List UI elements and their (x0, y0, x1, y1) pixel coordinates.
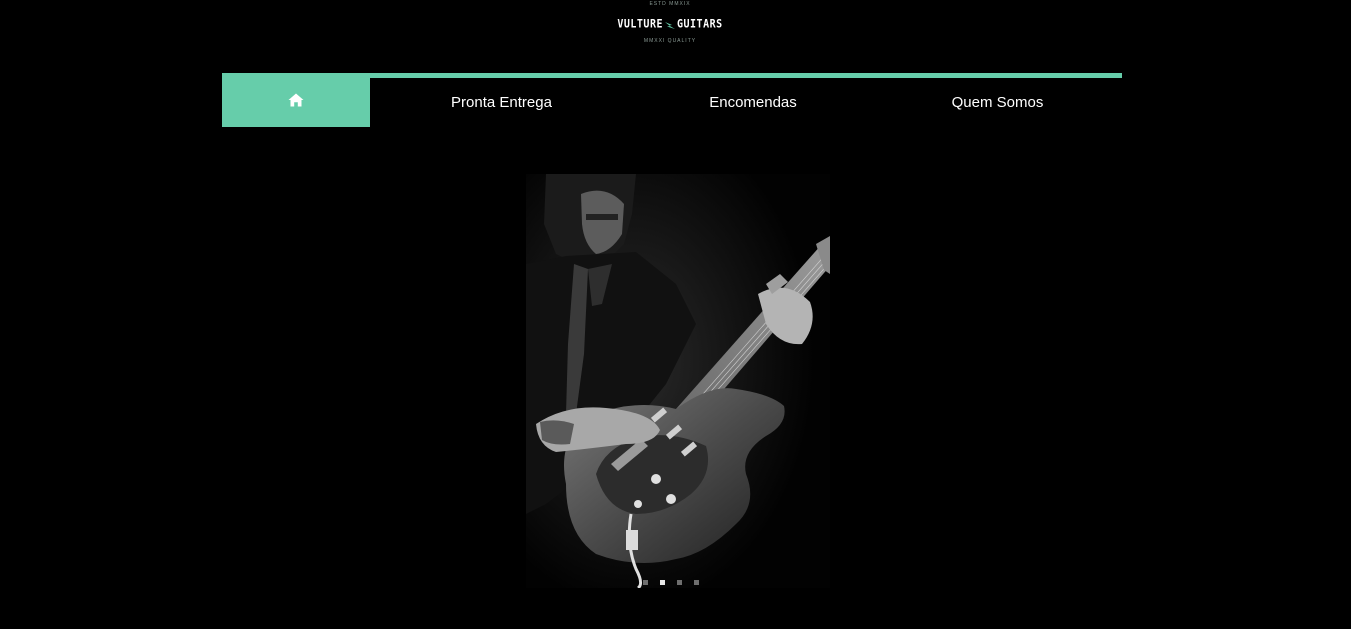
page: ESTD MMXIX VULTURE GUITARS MMXXI QUALITY… (0, 0, 1351, 629)
main-nav: Pronta Entrega Encomendas Quem Somos (222, 73, 1122, 127)
slider-dot-2[interactable] (660, 580, 665, 585)
logo-brand-right: GUITARS (677, 17, 723, 31)
logo-estd-text: ESTD MMXIX (649, 1, 691, 7)
nav-home-button[interactable] (222, 73, 370, 127)
slider-dot-1[interactable] (643, 580, 648, 585)
site-logo[interactable]: ESTD MMXIX VULTURE GUITARS MMXXI QUALITY (600, 0, 740, 48)
nav-item-encomendas[interactable]: Encomendas (633, 78, 873, 127)
logo-brand-left: VULTURE (617, 17, 663, 31)
lightning-bolt-icon (664, 18, 676, 30)
hero-slider[interactable] (526, 174, 830, 588)
logo-brand: VULTURE GUITARS (600, 17, 740, 31)
slider-image (526, 174, 830, 588)
home-icon (288, 93, 304, 107)
nav-item-quem-somos[interactable]: Quem Somos (873, 78, 1122, 127)
slider-pagination (643, 580, 699, 585)
logo-tagline: MMXXI QUALITY (643, 38, 697, 44)
slider-dot-3[interactable] (677, 580, 682, 585)
slider-dot-4[interactable] (694, 580, 699, 585)
nav-item-pronta-entrega[interactable]: Pronta Entrega (370, 78, 633, 127)
